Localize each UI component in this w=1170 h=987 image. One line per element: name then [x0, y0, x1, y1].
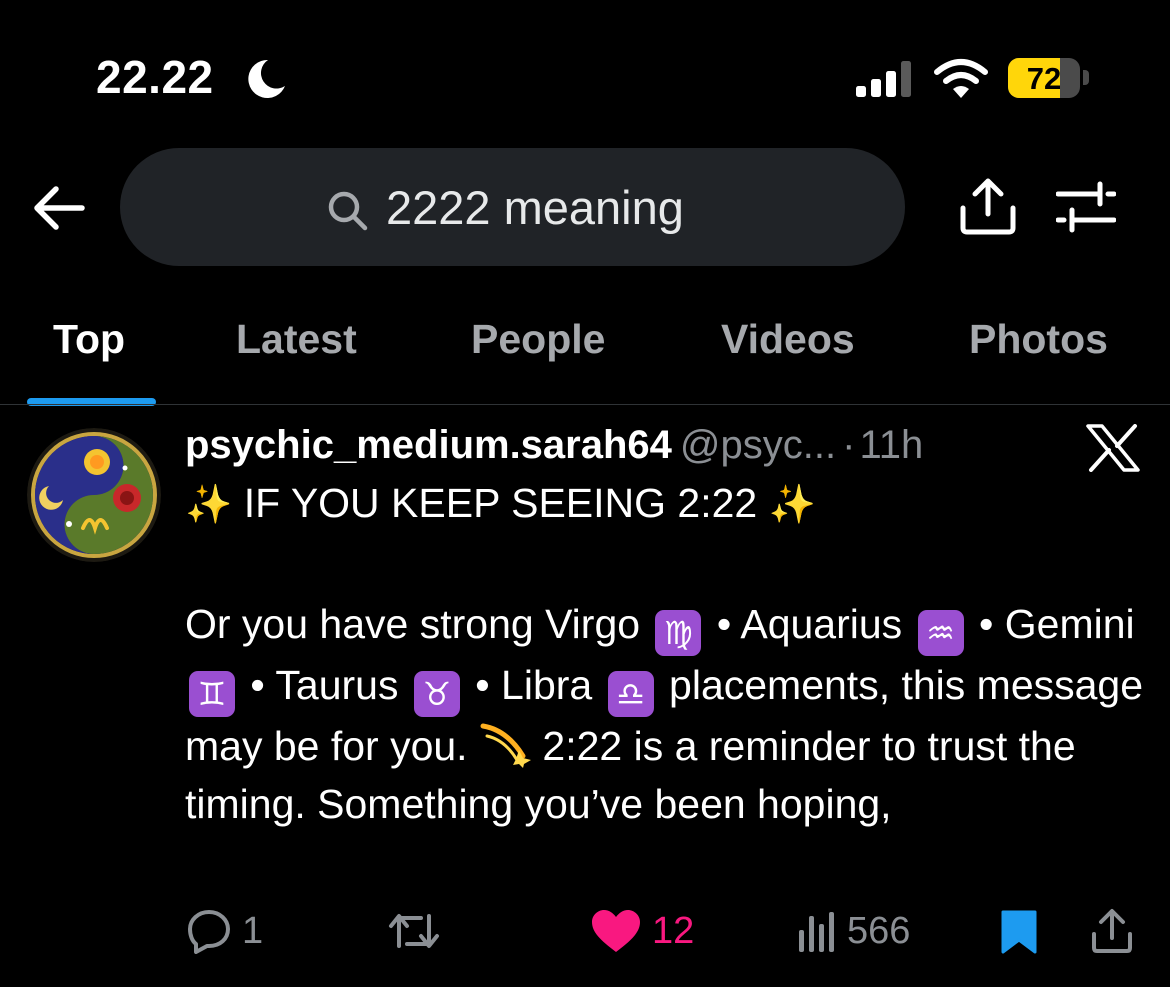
repost-button[interactable]: [387, 906, 441, 956]
reply-button[interactable]: 1: [186, 906, 263, 956]
battery-icon: 72: [1008, 58, 1080, 98]
header-separator: ·: [842, 423, 856, 467]
filter-icon[interactable]: [1056, 180, 1116, 234]
share-tweet-button[interactable]: [1089, 906, 1135, 956]
status-time: 22.22: [96, 51, 214, 103]
share-icon: [1092, 909, 1132, 953]
tweet-body: Or you have strong Virgo ♍ • Aquarius ♒ …: [185, 595, 1145, 833]
heart-icon: [592, 910, 640, 952]
tab-photos[interactable]: Photos: [969, 316, 1108, 363]
reply-count: 1: [242, 909, 264, 952]
libra-icon: ♎: [607, 671, 654, 717]
body-text: • Libra: [475, 662, 593, 708]
author-name[interactable]: psychic_medium.sarah64: [185, 423, 672, 467]
x-logo-icon[interactable]: [1086, 424, 1140, 472]
battery-tip: [1083, 70, 1089, 85]
body-text: Or you have strong Virgo: [185, 601, 641, 647]
tweet-title-text: IF YOU KEEP SEEING 2:22: [243, 480, 758, 526]
views-icon: [799, 912, 834, 952]
bookmark-icon: [1001, 910, 1037, 954]
tab-divider: [0, 404, 1170, 405]
tweet-title: ✨ IF YOU KEEP SEEING 2:22 ✨: [185, 480, 816, 527]
tab-top[interactable]: Top: [53, 316, 125, 363]
like-button[interactable]: 12: [590, 906, 694, 956]
search-icon: [328, 191, 368, 231]
sparkles-icon: ✨: [768, 484, 816, 526]
tweet-header: psychic_medium.sarah64 @psyc... · 11h: [185, 423, 923, 468]
wifi-icon: [934, 59, 988, 98]
dizzy-comet-icon: [480, 723, 531, 768]
tweet-time[interactable]: 11h: [859, 423, 923, 467]
views-button[interactable]: 566: [797, 906, 910, 956]
reply-icon: [188, 910, 230, 954]
body-text: •: [978, 601, 994, 647]
moon-icon: [248, 59, 285, 98]
virgo-icon: ♍: [655, 610, 702, 656]
taurus-icon: ♉: [413, 671, 460, 717]
views-count: 566: [847, 909, 911, 952]
like-count: 12: [652, 909, 695, 952]
avatar[interactable]: [27, 428, 161, 562]
share-icon[interactable]: [955, 174, 1021, 238]
body-text: • Taurus: [250, 662, 399, 708]
sparkles-icon: ✨: [185, 484, 233, 526]
aquarius-icon: ♒: [917, 610, 964, 656]
body-text: • Aquarius: [716, 601, 903, 647]
search-query[interactable]: 2222 meaning: [386, 180, 684, 235]
author-handle[interactable]: @psyc...: [680, 423, 836, 467]
tab-people[interactable]: People: [471, 316, 605, 363]
back-arrow-icon[interactable]: [30, 182, 88, 234]
tab-videos[interactable]: Videos: [721, 316, 855, 363]
gemini-icon: ♊: [189, 671, 235, 717]
tab-latest[interactable]: Latest: [236, 316, 357, 363]
repost-icon: [389, 914, 439, 948]
battery-percentage: 72: [1026, 61, 1062, 96]
body-text: Gemini: [1004, 601, 1135, 647]
signal-icon: [856, 61, 911, 97]
bookmark-button[interactable]: [999, 906, 1039, 956]
